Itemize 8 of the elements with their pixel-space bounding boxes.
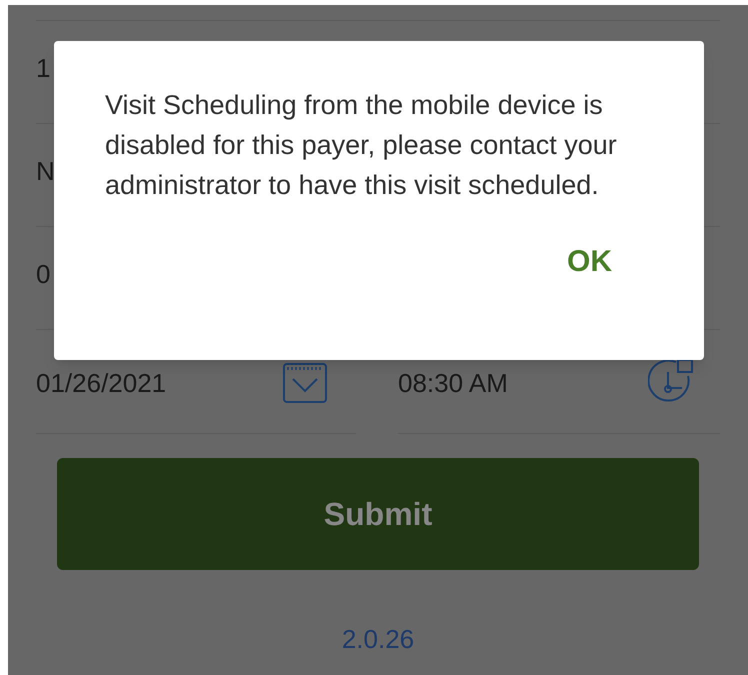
field-value: 0 xyxy=(36,258,50,290)
ok-button[interactable]: OK xyxy=(563,239,616,284)
field-value: N xyxy=(36,154,55,188)
field-value: 1 xyxy=(36,52,50,84)
clock-icon[interactable] xyxy=(648,358,694,402)
submit-button[interactable]: Submit xyxy=(57,458,699,570)
version-label: 2.0.26 xyxy=(342,623,414,656)
dialog-message: Visit Scheduling from the mobile device is disabled for this payer, please contact your administrator to have this visit scheduled. xyxy=(105,89,618,202)
